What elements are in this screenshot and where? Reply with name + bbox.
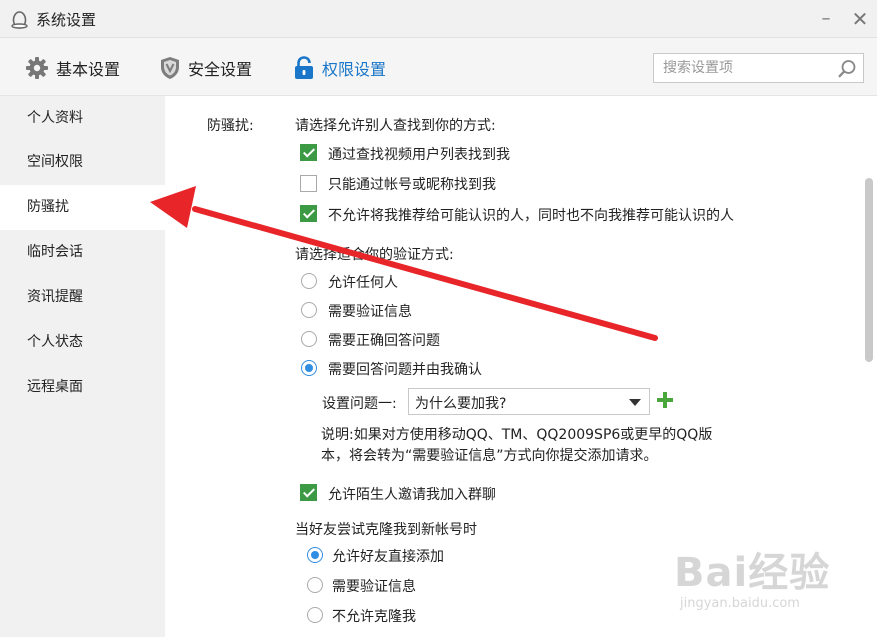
verify-option-label[interactable]: 允许任何人	[328, 272, 398, 292]
clone-prompt: 当好友尝试克隆我到新帐号时	[295, 522, 477, 538]
sidebar: 个人资料 空间权限 防骚扰 临时会话 资讯提醒 个人状态 远程桌面	[0, 96, 165, 637]
verify-radio-answer-question[interactable]	[301, 331, 317, 347]
search-input[interactable]	[654, 54, 824, 82]
search-icon[interactable]	[837, 59, 857, 79]
note-line-2: 本，将会转为“需要验证信息”方式向你提交添加请求。	[321, 448, 658, 464]
clone-radio-deny[interactable]	[307, 607, 323, 623]
tab-label: 基本设置	[56, 60, 121, 79]
question-select[interactable]: 为什么要加我?	[408, 388, 650, 415]
gear-icon	[26, 57, 48, 79]
search-box[interactable]	[653, 53, 864, 83]
lock-icon	[295, 56, 313, 79]
verify-option-label[interactable]: 需要回答问题并由我确认	[328, 359, 482, 379]
question-label: 设置问题一:	[322, 396, 397, 412]
tab-label: 权限设置	[322, 60, 387, 79]
watermark: Bai经验 jingyan.baidu.com	[674, 540, 830, 611]
verify-radio-need-info[interactable]	[301, 302, 317, 318]
sidebar-item-space-permission[interactable]: 空间权限	[0, 140, 165, 185]
window-title: 系统设置	[36, 11, 97, 29]
shield-icon	[161, 57, 179, 79]
find-option-checkbox-account-only[interactable]	[300, 175, 317, 192]
verify-option-label[interactable]: 需要正确回答问题	[328, 330, 440, 350]
sidebar-item-profile[interactable]: 个人资料	[0, 96, 165, 141]
section-label: 防骚扰:	[207, 118, 254, 134]
find-option-checkbox-video-list[interactable]	[300, 144, 317, 161]
find-prompt: 请选择允许别人查找到你的方式:	[295, 118, 496, 134]
add-question-icon[interactable]	[656, 391, 674, 409]
sidebar-item-anti-harassment[interactable]: 防骚扰	[0, 185, 165, 230]
find-option-label[interactable]: 不允许将我推荐给可能认识的人，同时也不向我推荐可能认识的人	[328, 205, 734, 225]
tab-security-settings[interactable]: 安全设置	[160, 54, 252, 82]
clone-radio-need-info[interactable]	[307, 577, 323, 593]
find-option-label[interactable]: 只能通过帐号或昵称找到我	[328, 174, 496, 194]
find-option-label[interactable]: 通过查找视频用户列表找到我	[328, 144, 510, 164]
note-line-1: 说明:如果对方使用移动QQ、TM、QQ2009SP6或更早的QQ版	[321, 427, 713, 443]
verify-radio-answer-and-confirm[interactable]	[301, 360, 317, 376]
sidebar-item-remote-desktop[interactable]: 远程桌面	[0, 365, 165, 410]
minimize-button[interactable]: –	[812, 6, 840, 32]
clone-option-label[interactable]: 需要验证信息	[332, 576, 416, 596]
find-option-checkbox-no-recommend[interactable]	[300, 205, 317, 222]
tab-label: 安全设置	[188, 60, 253, 79]
chevron-down-icon	[629, 399, 641, 406]
tab-basic-settings[interactable]: 基本设置	[26, 54, 120, 82]
scrollbar-thumb[interactable]	[865, 178, 873, 362]
group-invite-label[interactable]: 允许陌生人邀请我加入群聊	[328, 484, 496, 504]
clone-option-label[interactable]: 不允许克隆我	[332, 606, 416, 626]
clone-radio-allow-direct[interactable]	[307, 547, 323, 563]
penguin-icon	[11, 11, 28, 29]
verify-radio-anyone[interactable]	[301, 273, 317, 289]
title-bar: 系统设置 – ✕	[0, 0, 877, 38]
verify-option-label[interactable]: 需要验证信息	[328, 301, 412, 321]
sidebar-item-temp-chat[interactable]: 临时会话	[0, 230, 165, 275]
close-button[interactable]: ✕	[846, 6, 874, 32]
question-select-value: 为什么要加我?	[415, 396, 507, 412]
sidebar-item-news-alert[interactable]: 资讯提醒	[0, 275, 165, 320]
sidebar-item-personal-status[interactable]: 个人状态	[0, 320, 165, 365]
clone-option-label[interactable]: 允许好友直接添加	[332, 546, 444, 566]
tab-permission-settings[interactable]: 权限设置	[294, 54, 386, 82]
watermark-url: jingyan.baidu.com	[680, 596, 800, 611]
watermark-logo: Bai经验	[674, 550, 831, 596]
group-invite-checkbox[interactable]	[300, 484, 317, 501]
verify-prompt: 请选择适合你的验证方式:	[295, 247, 454, 263]
